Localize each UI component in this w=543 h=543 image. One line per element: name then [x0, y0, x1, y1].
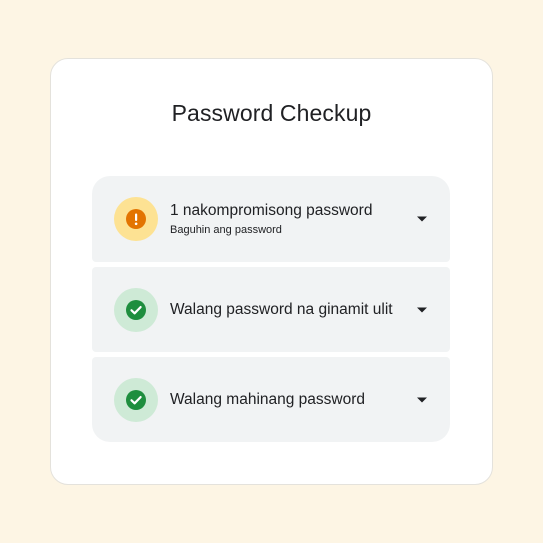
checkup-results-list: 1 nakompromisong password Baguhin ang pa… [92, 176, 450, 442]
weak-passwords-row[interactable]: Walang mahinang password [92, 357, 450, 442]
page-title: Password Checkup [171, 100, 372, 126]
warning-badge [114, 197, 158, 241]
compromised-passwords-label: 1 nakompromisong password [170, 202, 373, 219]
reused-passwords-label: Walang password na ginamit ulit [170, 300, 393, 318]
row-text: Walang password na ginamit ulit [170, 301, 406, 319]
compromised-passwords-row[interactable]: 1 nakompromisong password Baguhin ang pa… [92, 176, 450, 262]
row-text: Walang mahinang password [170, 391, 406, 409]
exclamation-icon [126, 209, 146, 229]
row-text: 1 nakompromisong password Baguhin ang pa… [170, 202, 406, 236]
chevron-down-icon[interactable] [416, 215, 428, 223]
chevron-down-icon[interactable] [416, 306, 428, 314]
success-badge [114, 377, 158, 422]
check-icon [126, 389, 146, 410]
weak-passwords-label: Walang mahinang password [170, 390, 366, 408]
success-badge [114, 287, 158, 332]
reused-passwords-row[interactable]: Walang password na ginamit ulit [92, 267, 450, 352]
chevron-down-icon[interactable] [416, 396, 428, 404]
check-icon [126, 299, 146, 320]
change-password-sublabel: Baguhin ang password [170, 224, 282, 236]
